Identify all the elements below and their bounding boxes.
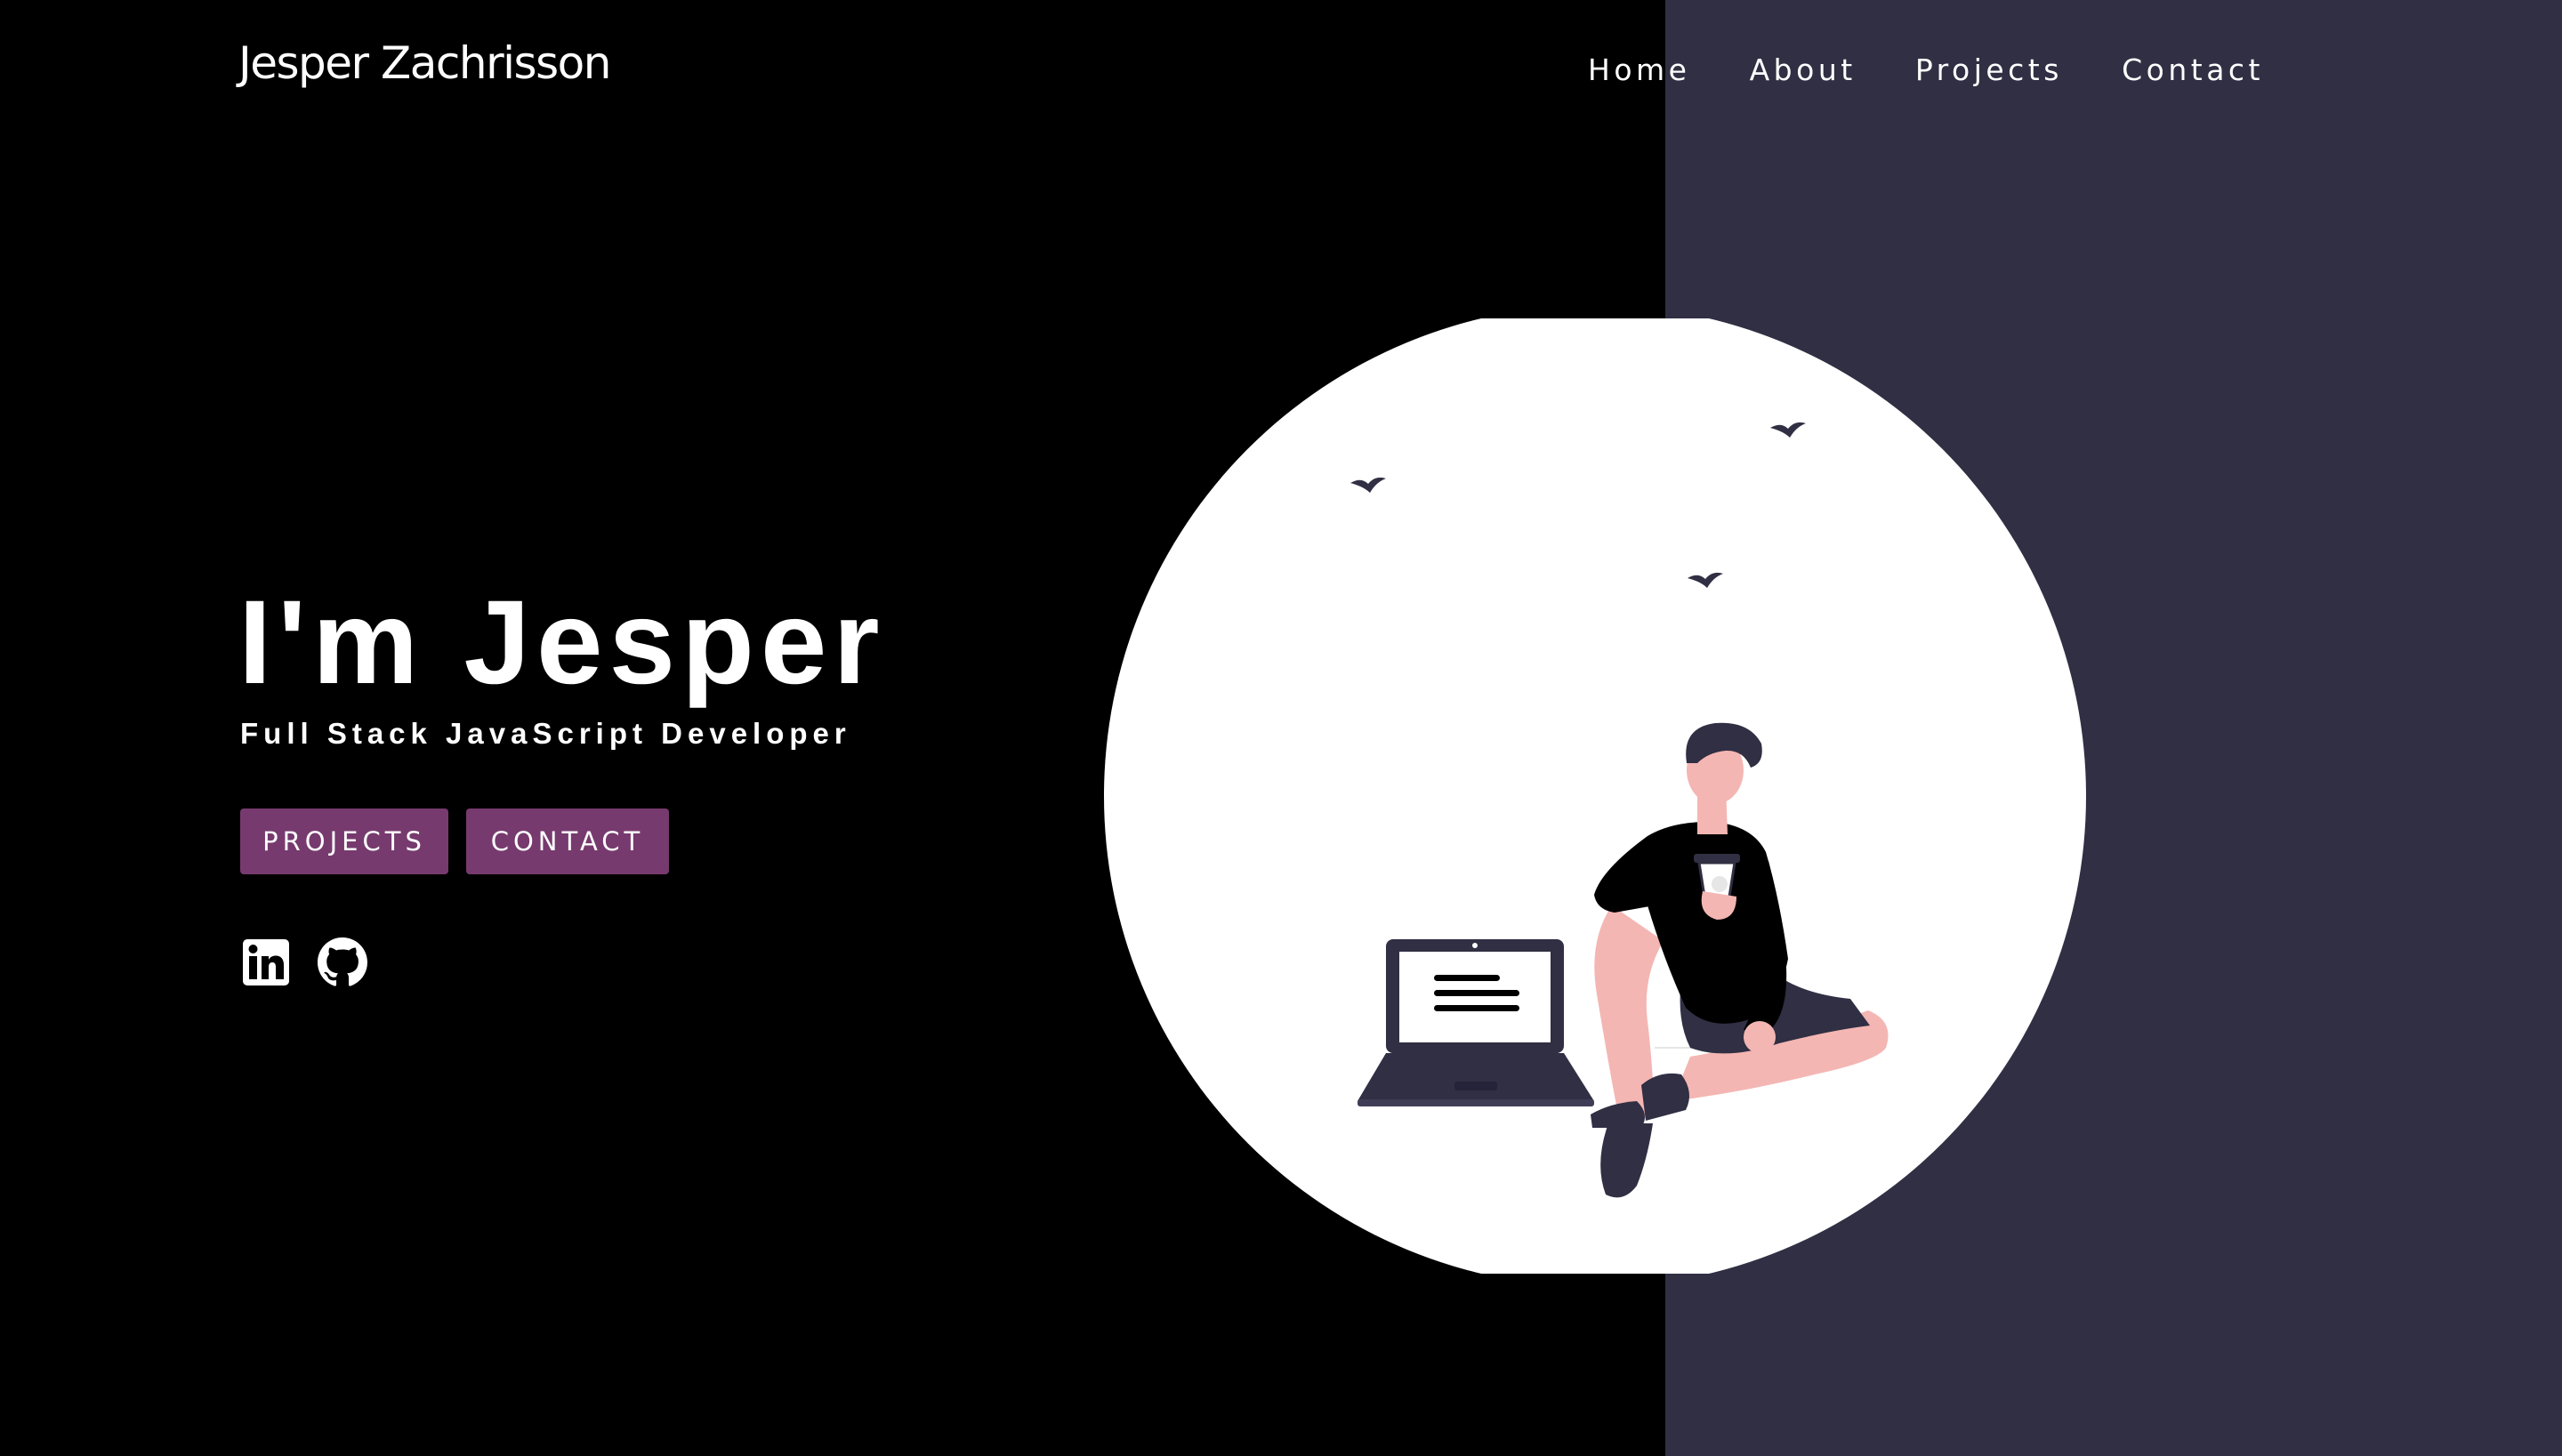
- hero-title: I'm Jesper: [238, 576, 886, 709]
- github-icon[interactable]: [318, 937, 367, 987]
- projects-button[interactable]: PROJECTS: [240, 808, 448, 874]
- hero-illustration: [1104, 318, 2086, 1274]
- illustration-circle: [1104, 318, 2086, 1274]
- brand-name[interactable]: Jesper Zachrisson: [238, 37, 611, 89]
- nav-projects[interactable]: Projects: [1915, 52, 2063, 87]
- nav-contact[interactable]: Contact: [2122, 52, 2264, 87]
- nav-home[interactable]: Home: [1588, 52, 1690, 87]
- nav-about[interactable]: About: [1750, 52, 1857, 87]
- laptop-icon: [1358, 939, 1594, 1106]
- hero-subtitle: Full Stack JavaScript Developer: [240, 717, 851, 750]
- linkedin-icon[interactable]: [241, 937, 291, 987]
- contact-button[interactable]: CONTACT: [466, 808, 669, 874]
- main-nav: Home About Projects Contact: [1588, 48, 2264, 91]
